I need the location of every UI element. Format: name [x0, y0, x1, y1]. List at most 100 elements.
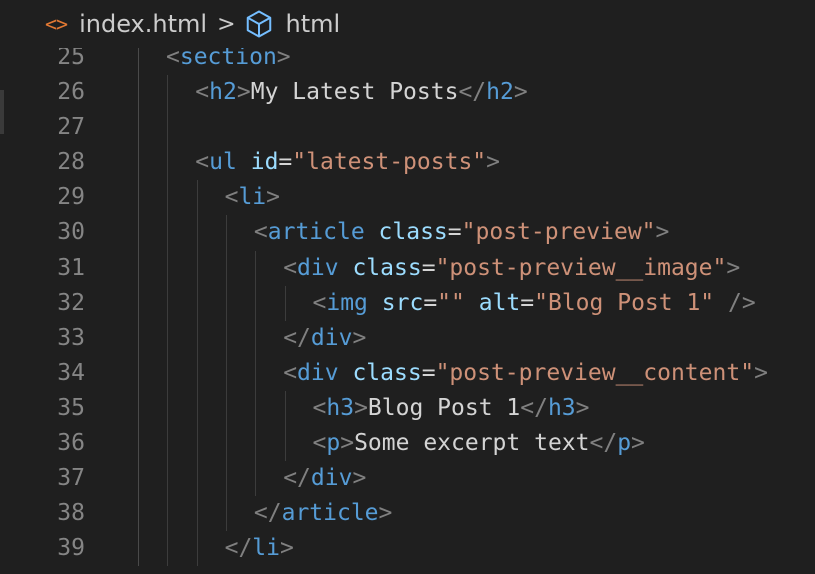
code-line[interactable]: 36 <p>Some excerpt text</p>: [0, 426, 815, 462]
code-token-punct: >: [354, 394, 368, 421]
code-token-tag: div: [297, 359, 339, 386]
code-line[interactable]: 28 <ul id="latest-posts">: [0, 145, 815, 181]
line-number[interactable]: 38: [0, 496, 85, 531]
code-token-punct: <: [195, 79, 210, 106]
line-number[interactable]: 29: [0, 180, 85, 215]
code-line[interactable]: 27: [0, 110, 815, 146]
code-token-tag: li: [252, 535, 280, 562]
code-line[interactable]: 33 </div>: [0, 320, 815, 356]
indent-guide: [138, 461, 139, 497]
code-token-str: "post-preview__content": [435, 359, 755, 386]
indent-guide: [196, 426, 198, 462]
code-token-str: "": [437, 289, 465, 316]
chevron-right-icon: >: [217, 11, 236, 37]
code-line[interactable]: 39 </li>: [0, 531, 815, 567]
line-number[interactable]: 26: [0, 75, 85, 110]
code-text: <p>Some excerpt text</p>: [313, 426, 645, 461]
code-line[interactable]: 31 <div class="post-preview__image">: [0, 250, 815, 286]
code-token-punct: >: [352, 465, 367, 492]
line-number[interactable]: 34: [0, 356, 85, 391]
indent-guide: [255, 426, 257, 462]
indent-guide: [196, 285, 198, 321]
code-line[interactable]: 32 <img src="" alt="Blog Post 1" />: [0, 285, 815, 321]
indent-guide: [138, 75, 139, 111]
code-token-tag: div: [310, 465, 353, 492]
code-token-punct: </: [224, 535, 253, 562]
line-number[interactable]: 31: [0, 251, 85, 286]
code-token-str: "post-preview": [461, 219, 656, 246]
code-token-punct: >: [575, 394, 590, 421]
indent-guide: [255, 320, 257, 356]
indent-guide: [138, 390, 139, 427]
line-number[interactable]: 39: [0, 531, 85, 566]
code-text: <ul id="latest-posts">: [195, 145, 500, 180]
code-line[interactable]: 37 </div>: [0, 461, 815, 497]
line-number[interactable]: 27: [0, 110, 85, 145]
code-text: </article>: [254, 496, 393, 531]
code-token-attr: class: [378, 219, 448, 246]
code-token-punct: >: [486, 149, 501, 176]
code-line[interactable]: 29 <li>: [0, 180, 815, 216]
code-editor[interactable]: <> index.html > html 25 <section> 26 <h2>My…: [0, 0, 815, 574]
indent-guide: [138, 250, 139, 286]
indent-guide: [138, 215, 139, 251]
code-token-punct: >: [378, 500, 393, 527]
indent-guide: [255, 250, 257, 286]
code-token-tag: article: [281, 500, 379, 527]
code-token-punct: <: [253, 219, 268, 246]
code-token-eq: =: [447, 219, 462, 246]
code-line[interactable]: 35 <h3>Blog Post 1</h3>: [0, 390, 815, 427]
code-token-punct: >: [340, 430, 355, 457]
indent-guide: [167, 320, 169, 356]
code-token-punct: <: [195, 149, 210, 176]
line-number[interactable]: 33: [0, 321, 85, 356]
code-token-punct: >: [266, 184, 281, 211]
line-number[interactable]: 37: [0, 461, 85, 496]
line-number[interactable]: 36: [0, 426, 85, 461]
code-token-attr: src: [381, 289, 424, 316]
line-number[interactable]: 35: [0, 391, 85, 426]
code-line[interactable]: 30 <article class="post-preview">: [0, 215, 815, 251]
code-token-punct: >: [655, 219, 670, 246]
indent-guide: [225, 390, 227, 427]
indent-guide: [167, 355, 169, 391]
indent-guide: [138, 320, 139, 356]
indent-guide: [225, 426, 227, 462]
code-token-eq: =: [520, 289, 535, 316]
code-token-punct: </: [520, 394, 548, 421]
line-number[interactable]: 30: [0, 215, 85, 250]
code-token-punct: >: [726, 254, 741, 281]
breadcrumb-file[interactable]: <> index.html: [45, 10, 207, 38]
indent-guide: [225, 320, 227, 356]
code-token-punct: >: [631, 430, 645, 457]
line-number[interactable]: 28: [0, 145, 85, 180]
line-number[interactable]: 32: [0, 286, 85, 321]
indent-guide: [225, 461, 227, 497]
code-token-punct: >: [754, 359, 768, 386]
code-token-text: My Latest Posts: [250, 79, 459, 106]
indent-guide: [196, 320, 198, 356]
breadcrumb-symbol-name: html: [285, 10, 341, 38]
code-token-tag: p: [326, 430, 341, 457]
indent-guide: [196, 461, 198, 497]
code-lines[interactable]: 25 <section> 26 <h2>My Latest Posts</h2> 27 2…: [0, 40, 815, 567]
code-line[interactable]: 38 </article>: [0, 496, 815, 532]
indent-guide: [138, 180, 139, 216]
indent-guide: [196, 496, 198, 532]
indent-guide: [284, 390, 286, 427]
html-file-icon: <>: [45, 12, 68, 36]
code-line[interactable]: 34 <div class="post-preview__content">: [0, 355, 815, 391]
indent-guide: [284, 426, 286, 462]
code-token-punct: <: [224, 184, 239, 211]
indent-guide: [167, 75, 169, 111]
breadcrumb: <> index.html > html: [0, 0, 815, 48]
code-token-eq: =: [421, 359, 436, 386]
breadcrumb-symbol[interactable]: html: [244, 9, 341, 39]
code-line[interactable]: 26 <h2>My Latest Posts</h2>: [0, 75, 815, 111]
code-token-tag: img: [326, 289, 368, 316]
